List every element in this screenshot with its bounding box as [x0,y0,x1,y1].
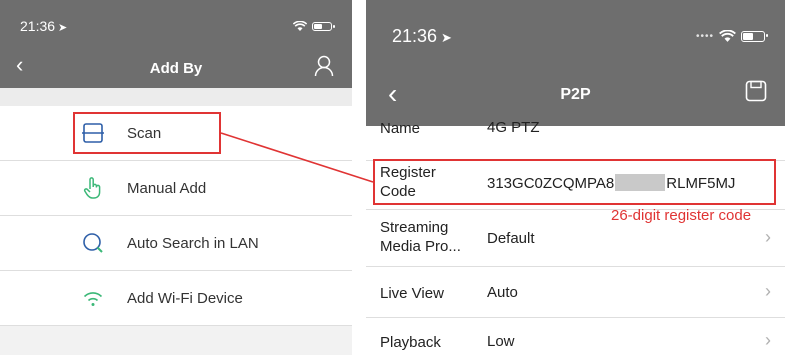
left-nav: ‹ Add By [0,50,352,88]
menu-item-label: Add Wi-Fi Device [127,289,243,307]
wifi-icon [719,30,736,42]
chevron-right-icon: › [765,281,771,301]
chevron-right-icon: › [765,330,771,350]
hand-pointer-icon [80,175,106,201]
scan-highlight-box [73,112,221,154]
right-status-time: 21:36 ➤ [392,26,452,46]
row-key: Playback [380,334,441,351]
menu-item-label: Manual Add [127,179,207,197]
left-navigation-bar: 21:36 ➤ ‹ Add By [0,0,352,88]
page-title: Add By [149,60,203,77]
row-key: Live View [380,285,444,302]
menu-item-auto-search[interactable]: Auto Search in LAN [0,216,352,271]
location-arrow-icon: ➤ [58,22,68,34]
wifi-icon [80,285,106,311]
right-status-bar: 21:36 ➤ •••• [366,0,785,62]
menu-item-add-wifi-device[interactable]: Add Wi-Fi Device [0,271,352,326]
row-key: Streaming Media Pro... [380,219,461,255]
section-spacer [0,88,352,106]
right-navigation-bar: 21:36 ➤ •••• ‹ P2P [366,0,785,126]
settings-row-name[interactable]: Name 4G PTZ [366,119,785,161]
row-key: Name [380,120,421,137]
search-icon [80,230,106,256]
left-status-time: 21:36 ➤ [20,18,68,34]
location-arrow-icon: ➤ [441,30,452,45]
row-value: 4G PTZ [487,119,540,136]
menu-item-label: Auto Search in LAN [127,234,259,252]
row-value: Low [487,333,515,350]
register-code-highlight-box [373,159,776,205]
settings-row-playback[interactable]: Playback Low › [366,318,785,355]
right-nav: ‹ P2P [366,68,785,126]
add-by-screen: 21:36 ➤ ‹ Add By Scan Manual Add Auto Se… [0,0,352,355]
row-value: Default [487,230,535,247]
wifi-icon [293,21,307,31]
save-icon[interactable] [745,80,767,102]
signal-dots-icon: •••• [695,31,714,42]
settings-row-live-view[interactable]: Live View Auto › [366,267,785,318]
menu-item-manual-add[interactable]: Manual Add [0,161,352,216]
battery-icon [312,22,335,31]
page-title: P2P [560,86,591,103]
user-icon[interactable] [314,55,334,77]
register-code-annotation: 26-digit register code [611,207,752,224]
row-value: Auto [487,284,518,301]
battery-icon [741,31,768,42]
right-status-icons: •••• [695,30,768,43]
left-status-bar: 21:36 ➤ [0,0,352,44]
left-status-icons [293,21,335,32]
chevron-right-icon: › [765,227,771,247]
